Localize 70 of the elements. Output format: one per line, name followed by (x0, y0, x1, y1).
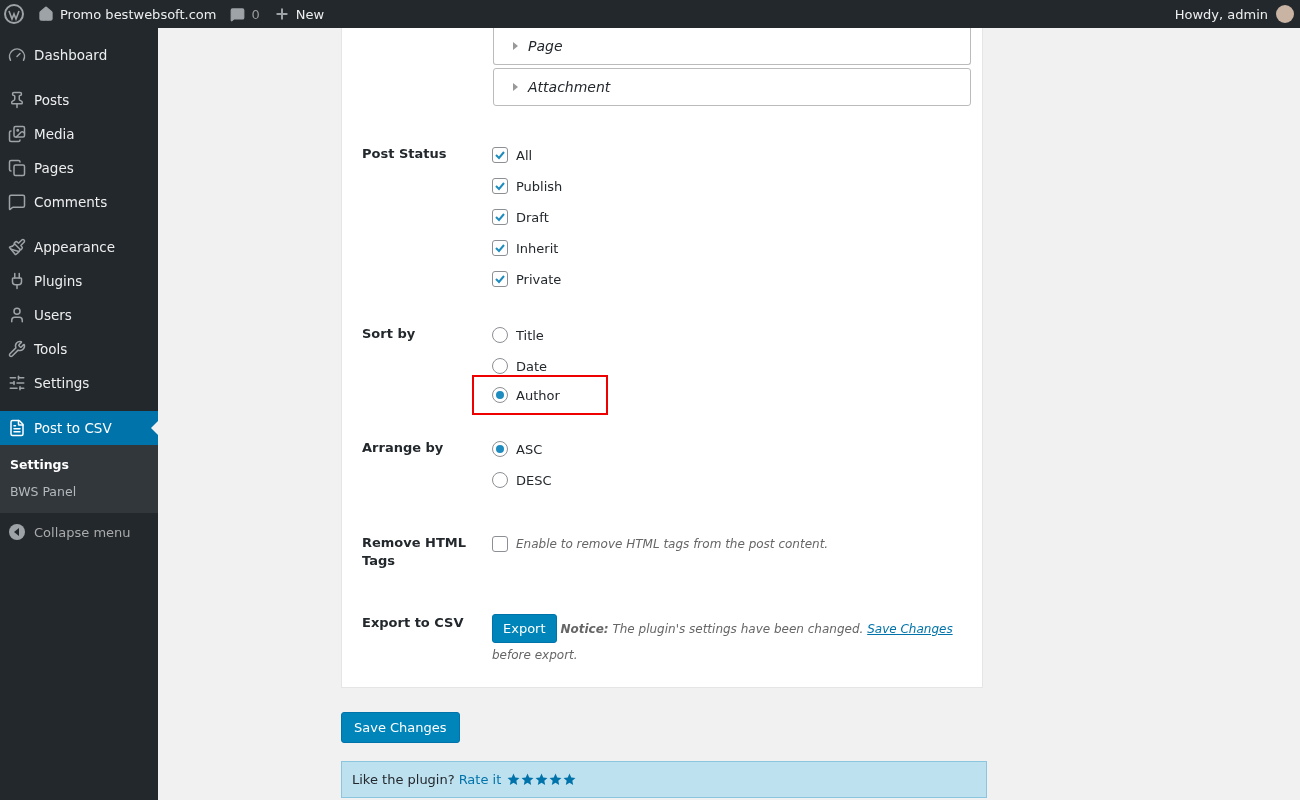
save-changes-link[interactable]: Save Changes (867, 622, 953, 636)
setting-label: Export to CSV (362, 614, 465, 632)
rate-link[interactable]: Rate it (458, 772, 502, 787)
menu-item[interactable]: Tools (0, 332, 158, 366)
export-notice: Export Notice: The plugin's settings have been changed. Save Changes before export. (492, 614, 962, 667)
star-icon (521, 773, 535, 786)
option-description: Enable to remove HTML tags from the post content. (516, 537, 829, 551)
star-icon (549, 773, 563, 786)
checkbox[interactable] (492, 271, 508, 287)
option-label: ASC (516, 441, 543, 457)
user-icon (8, 306, 26, 324)
collapse-menu-button[interactable]: Collapse menu (0, 523, 158, 541)
pin-icon (8, 91, 26, 109)
rate-text: Like the plugin? (352, 772, 455, 787)
export-button[interactable]: Export (492, 614, 557, 643)
setting-label: Post Status (362, 145, 448, 163)
menu-item[interactable]: Plugins (0, 264, 158, 298)
post-type-accordion[interactable]: Attachment (493, 68, 971, 106)
setting-label: Remove HTML Tags (362, 534, 468, 570)
menu-item[interactable]: Users (0, 298, 158, 332)
caret-icon (512, 42, 518, 50)
gauge-icon (8, 46, 26, 64)
option-label: Private (516, 271, 562, 287)
option-label: Draft (516, 209, 549, 225)
option-label: Date (516, 358, 548, 374)
checkbox[interactable] (492, 178, 508, 194)
caret-icon (512, 83, 518, 91)
star-icon (563, 773, 577, 786)
star-icon (507, 773, 521, 786)
sliders-icon (8, 374, 26, 392)
document-icon (8, 419, 26, 437)
post-type-accordion[interactable]: Page (493, 28, 971, 65)
submenu-item[interactable]: BWS Panel (0, 478, 158, 505)
option-label: All (516, 147, 533, 163)
option-label: Publish (516, 178, 563, 194)
setting-label: Sort by (362, 325, 417, 343)
wrench-icon (8, 340, 26, 358)
checkbox[interactable] (492, 147, 508, 163)
speech-bubble-icon (230, 6, 246, 22)
submenu-item[interactable]: Settings (0, 451, 158, 478)
images-icon (8, 125, 26, 143)
comments-link[interactable]: 0 (230, 6, 260, 22)
option-label: DESC (516, 472, 552, 488)
save-changes-button[interactable]: Save Changes (341, 712, 460, 743)
menu-item[interactable]: Appearance (0, 230, 158, 264)
menu-item[interactable]: Settings (0, 366, 158, 400)
wordpress-logo-icon (4, 4, 24, 24)
setting-label: Arrange by (362, 439, 445, 457)
site-link[interactable]: Promo bestwebsoft.com (38, 6, 217, 22)
plus-icon (273, 6, 290, 22)
speech-bubble-icon (8, 193, 26, 211)
user-greeting[interactable]: Howdy, admin (1174, 6, 1268, 22)
menu-item[interactable]: Dashboard (0, 38, 158, 72)
star-icon (535, 773, 549, 786)
menu-item[interactable]: Pages (0, 151, 158, 185)
new-link[interactable]: New (273, 6, 325, 22)
checkbox[interactable] (492, 240, 508, 256)
menu-item[interactable]: Comments (0, 185, 158, 219)
option-label: Author (516, 387, 560, 403)
menu-item[interactable]: Post to CSV (0, 411, 158, 445)
checkbox[interactable] (492, 209, 508, 225)
checkbox[interactable] (492, 536, 508, 552)
pages-icon (8, 159, 26, 177)
menu-item[interactable]: Media (0, 117, 158, 151)
paintbrush-icon (8, 238, 26, 256)
menu-item[interactable]: Posts (0, 83, 158, 117)
option-label: Inherit (516, 240, 559, 256)
home-icon (38, 6, 54, 22)
avatar (1276, 5, 1294, 23)
option-label: Title (516, 327, 544, 343)
